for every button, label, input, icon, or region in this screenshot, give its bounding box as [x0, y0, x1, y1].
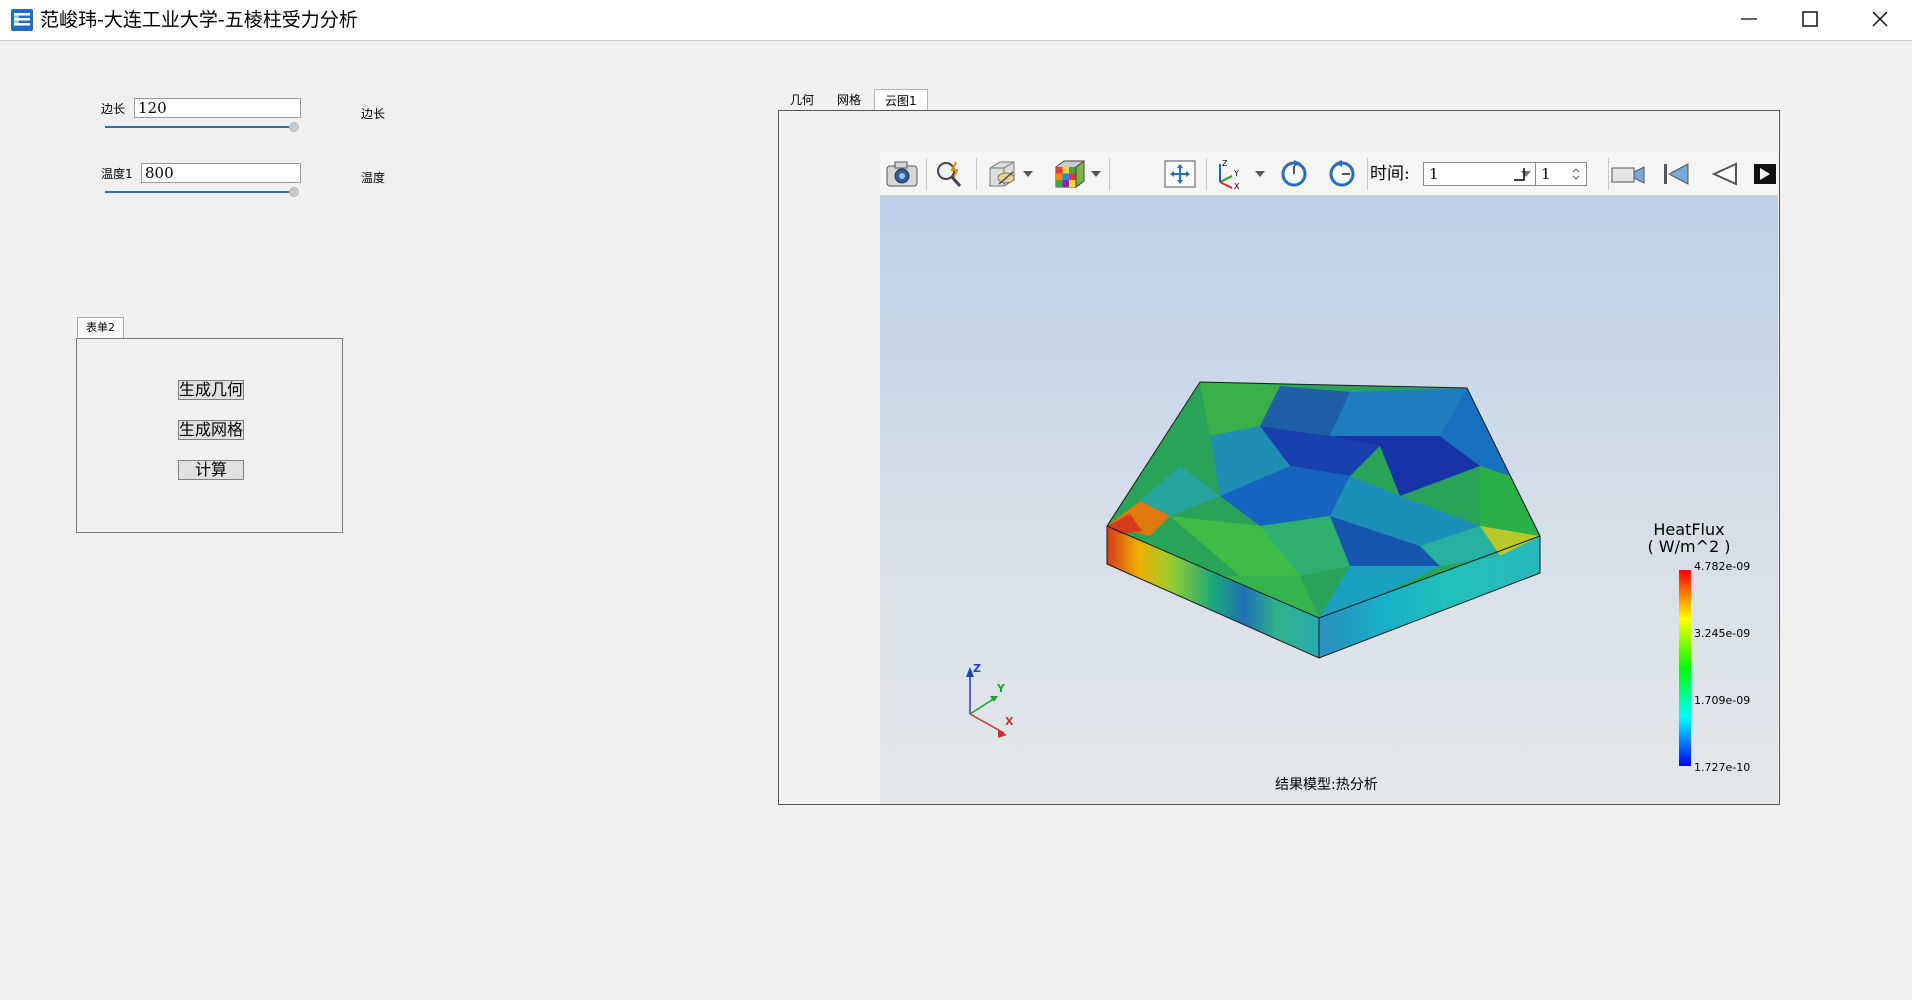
maximize-button[interactable] [1781, 0, 1839, 38]
tab-mesh[interactable]: 网格 [827, 89, 871, 111]
viewer-toolbar: Z Y X 时间: 1 1 [880, 152, 1778, 196]
close-icon [1872, 11, 1888, 27]
y-axis-line [969, 697, 996, 715]
close-button[interactable] [1851, 0, 1909, 38]
svg-text:Z: Z [1222, 159, 1228, 168]
legend-value-min: 1.727e-10 [1694, 761, 1751, 774]
toolbar-separator [1367, 158, 1368, 190]
tab-form2[interactable]: 表单2 [77, 317, 124, 338]
rotate-counterclockwise-icon[interactable] [1324, 158, 1360, 190]
chevron-down-icon[interactable] [1091, 171, 1101, 177]
z-axis-label: Z [973, 662, 981, 675]
temperature-slider-thumb[interactable] [289, 187, 299, 197]
temperature-slider-track [105, 191, 292, 193]
step-spinbox-value: 1 [1541, 165, 1551, 183]
toolbar-separator [976, 158, 977, 190]
rotate-clockwise-icon[interactable] [1276, 158, 1312, 190]
compute-button[interactable]: 计算 [178, 460, 244, 480]
time-label: 时间: [1370, 164, 1410, 184]
toolbar-separator [1206, 158, 1207, 190]
form2-panel: 生成几何 生成网格 计算 [76, 338, 343, 533]
temperature-right-label: 温度 [361, 171, 386, 185]
legend-value: 3.245e-09 [1694, 627, 1751, 640]
generate-mesh-button[interactable]: 生成网格 [178, 420, 244, 440]
minimize-icon [1741, 18, 1757, 20]
legend-unit: ( W/m^2 ) [1647, 537, 1731, 556]
side-length-label: 边长 [101, 102, 126, 116]
side-length-slider-thumb[interactable] [289, 122, 299, 132]
legend-value: 1.709e-09 [1694, 694, 1751, 707]
previous-frame-icon[interactable] [1706, 158, 1742, 190]
result-model-caption: 结果模型:热分析 [1275, 777, 1378, 793]
minimize-button[interactable] [1720, 0, 1778, 38]
y-axis-label: Y [997, 682, 1005, 695]
display-mode-cube-icon[interactable] [984, 158, 1020, 190]
legend-value-max: 4.782e-09 [1694, 560, 1751, 573]
temperature-input[interactable] [141, 163, 301, 183]
maximize-icon [1802, 11, 1818, 27]
axis-view-icon[interactable]: Z Y X [1210, 158, 1246, 190]
title-bar: 范峻玮-大连工业大学-五棱柱受力分析 [0, 0, 1912, 41]
side-length-slider[interactable] [105, 121, 300, 133]
tab-contour1[interactable]: 云图1 [874, 89, 928, 111]
time-select-value: 1 [1429, 165, 1439, 183]
play-icon[interactable] [1752, 158, 1778, 190]
generate-geometry-button[interactable]: 生成几何 [178, 380, 244, 400]
legend-color-bar [1679, 570, 1691, 766]
fit-view-icon[interactable] [1162, 158, 1198, 190]
toolbar-separator [1109, 158, 1110, 190]
side-length-right-label: 边长 [361, 107, 386, 121]
x-axis-line [969, 713, 1005, 734]
zoom-search-icon[interactable] [932, 158, 968, 190]
tab-geometry[interactable]: 几何 [780, 89, 824, 111]
toolbar-separator [926, 158, 927, 190]
step-spinbox[interactable]: 1 [1535, 162, 1587, 186]
temperature-slider[interactable] [105, 186, 300, 198]
app-icon [11, 9, 33, 31]
window-title: 范峻玮-大连工业大学-五棱柱受力分析 [40, 9, 358, 31]
side-length-input[interactable] [134, 98, 301, 118]
screenshot-camera-icon[interactable] [884, 158, 920, 190]
heatflux-model [966, 381, 1691, 766]
chevron-down-icon[interactable] [1255, 171, 1265, 177]
toolbar-separator [1608, 158, 1609, 190]
video-record-icon[interactable] [1610, 158, 1646, 190]
color-cube-icon[interactable] [1052, 158, 1088, 190]
svg-text:Y: Y [1233, 169, 1239, 178]
first-frame-icon[interactable] [1658, 158, 1694, 190]
viewport-3d[interactable]: Z Y X HeatFlux ( W/m^2 ) 4.782e-09 3.245… [880, 196, 1778, 804]
step-icon [1514, 168, 1525, 181]
chevron-down-icon[interactable] [1023, 171, 1033, 177]
x-axis-label: X [1005, 715, 1014, 728]
temperature-label: 温度1 [101, 167, 133, 181]
svg-text:X: X [1234, 182, 1240, 190]
spin-arrows-icon[interactable] [1572, 167, 1580, 181]
side-length-slider-track [105, 126, 292, 128]
